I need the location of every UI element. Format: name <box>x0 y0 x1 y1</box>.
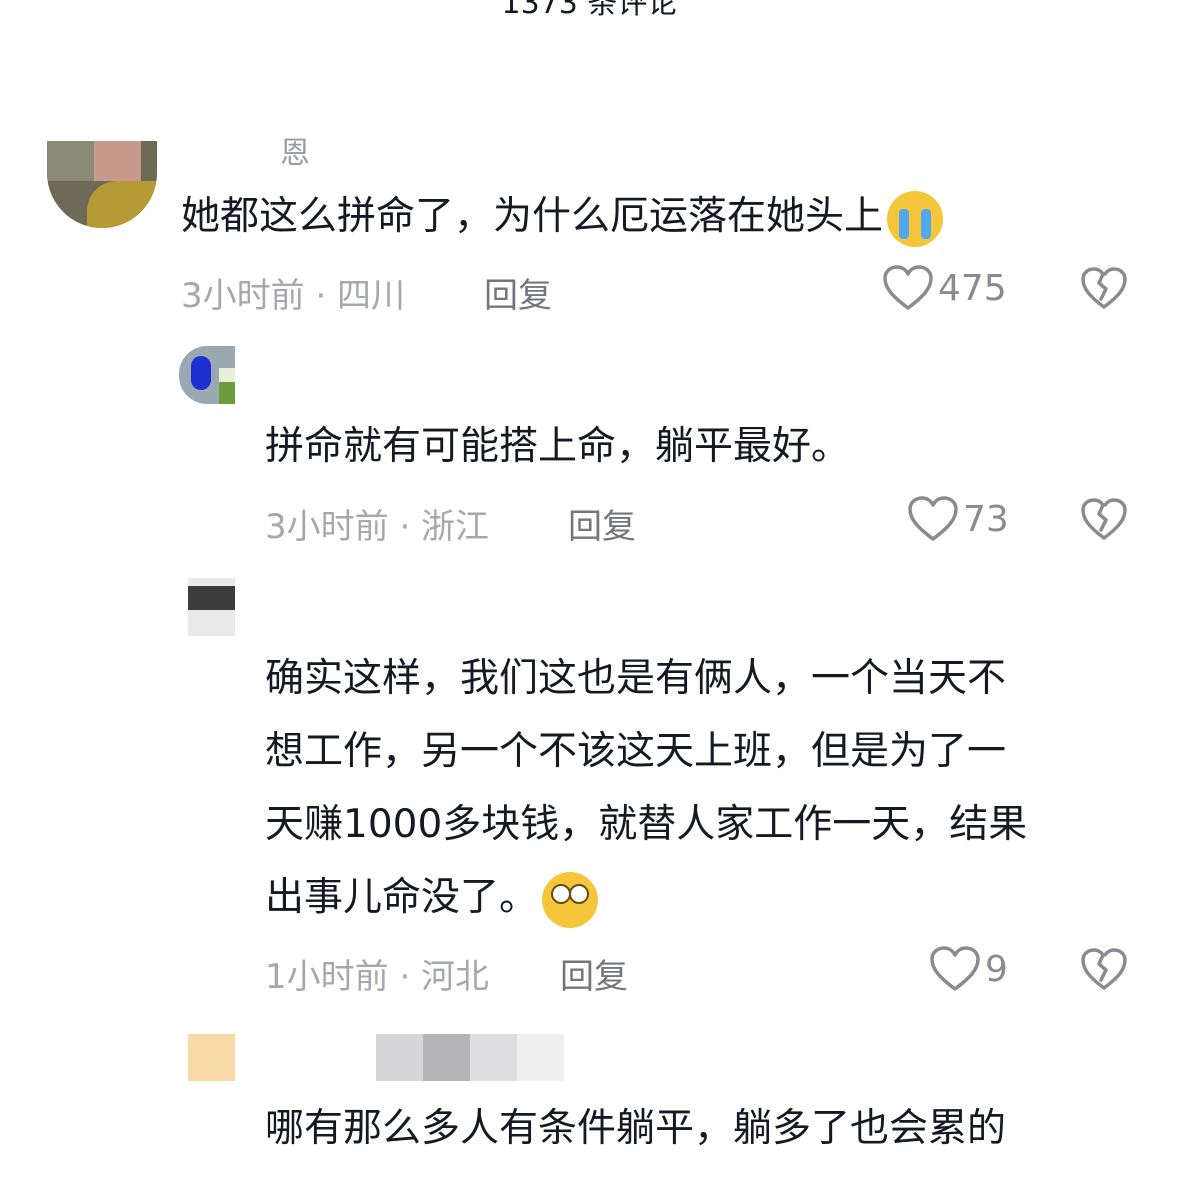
comment-text: 她都这么拼命了，为什么厄运落在她头上 <box>181 180 944 253</box>
comment-text-line: 确实这样，我们这也是有俩人，一个当天不 <box>265 656 1007 701</box>
reply-button[interactable]: 回复 <box>484 268 552 317</box>
avatar[interactable] <box>47 141 157 228</box>
dislike-broken-heart-icon[interactable] <box>1080 497 1128 541</box>
dislike-broken-heart-icon[interactable] <box>1080 947 1128 991</box>
comment-count-title: 1373 条评论 <box>501 0 678 21</box>
heart-icon <box>883 265 933 310</box>
username-blurred[interactable] <box>376 1034 564 1081</box>
like-count: 73 <box>963 498 1009 540</box>
avatar[interactable] <box>188 1034 235 1081</box>
comment-text-line: 想工作，另一个不该这天上班，但是为了一 <box>265 729 1007 774</box>
comment-meta: 3小时前 · 四川 <box>181 276 406 316</box>
comment-text-line: 出事儿命没了。 <box>265 861 599 934</box>
avatar[interactable] <box>179 346 235 404</box>
comment-text: 哪有那么多人有条件躺平，躺多了也会累的 <box>265 1106 1007 1151</box>
like-button[interactable]: 73 <box>907 495 1009 543</box>
like-button[interactable]: 475 <box>882 264 1007 312</box>
reply-button[interactable]: 回复 <box>568 499 636 548</box>
comment-text: 拼命就有可能搭上命，躺平最好。 <box>265 424 851 469</box>
comment-meta: 1小时前 · 河北 <box>265 957 490 997</box>
username[interactable]: 恩 <box>280 128 310 172</box>
dislike-broken-heart-icon[interactable] <box>1080 266 1128 310</box>
like-count: 9 <box>985 948 1008 990</box>
heart-icon <box>930 946 980 991</box>
reply-button[interactable]: 回复 <box>560 949 628 998</box>
like-button[interactable]: 9 <box>929 945 1008 993</box>
loudly-crying-face-emoji <box>887 190 944 247</box>
comment-meta: 3小时前 · 浙江 <box>265 507 490 547</box>
comment-text-line: 天赚1000多块钱，就替人家工作一天，结果 <box>265 802 1028 847</box>
heart-icon <box>908 496 958 541</box>
avatar[interactable] <box>188 578 235 636</box>
like-count: 475 <box>938 267 1007 309</box>
thinking-face-emoji <box>542 871 599 928</box>
